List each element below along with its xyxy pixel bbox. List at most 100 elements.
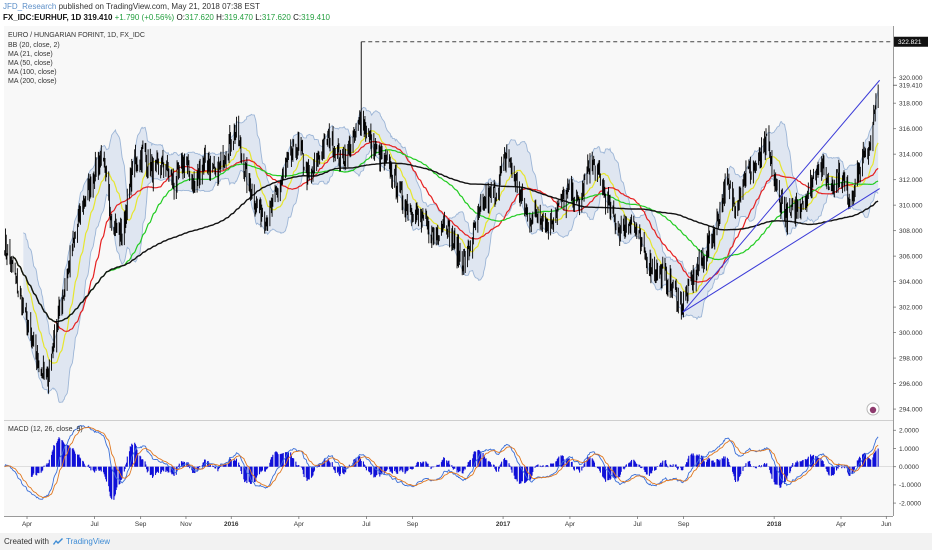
macd-histogram-bar bbox=[667, 466, 669, 468]
macd-histogram-bar bbox=[100, 466, 102, 472]
macd-histogram-bar bbox=[516, 466, 518, 482]
macd-histogram-bar bbox=[90, 466, 92, 471]
macd-histogram-bar bbox=[157, 466, 160, 473]
macd-histogram-bar bbox=[53, 445, 56, 467]
time-tick-label: Jul bbox=[90, 521, 99, 528]
macd-histogram-bar bbox=[238, 465, 240, 467]
low-label: L: bbox=[255, 13, 262, 22]
legend-ma21[interactable]: MA (21, close) bbox=[8, 51, 53, 58]
macd-histogram-bar bbox=[469, 459, 471, 467]
macd-tick-label: 0.0000 bbox=[899, 464, 919, 471]
macd-histogram-bar bbox=[334, 466, 336, 473]
macd-histogram-bar bbox=[693, 455, 695, 467]
macd-histogram-bar bbox=[719, 459, 721, 467]
macd-histogram-bar bbox=[853, 466, 855, 470]
macd-histogram-bar bbox=[537, 464, 539, 467]
macd-histogram-bar bbox=[646, 466, 648, 475]
marked-high-label: 322.821 bbox=[898, 39, 922, 46]
macd-histogram-bar bbox=[168, 466, 170, 473]
time-tick-label: Sep bbox=[407, 521, 419, 528]
macd-histogram-bar bbox=[666, 465, 668, 467]
macd-histogram-bar bbox=[365, 466, 367, 471]
macd-histogram-bar bbox=[124, 466, 126, 470]
macd-histogram-bar bbox=[443, 457, 445, 467]
macd-histogram-bar bbox=[407, 466, 409, 471]
symbol-line: FX_IDC:EURHUF, 1D 319.410 +1.790 (+0.56%… bbox=[3, 12, 330, 23]
macd-legend[interactable]: MACD (12, 26, close, 9) bbox=[8, 426, 83, 433]
macd-histogram-bar bbox=[625, 464, 627, 467]
macd-histogram-bar bbox=[495, 466, 497, 472]
macd-histogram-bar bbox=[797, 462, 799, 467]
tradingview-brand[interactable]: TradingView bbox=[66, 533, 110, 550]
time-tick-label: 2017 bbox=[496, 521, 511, 528]
macd-histogram-bar bbox=[672, 464, 674, 467]
macd-histogram-bar bbox=[329, 462, 331, 467]
publish-line: JFD_Research published on TradingView.co… bbox=[3, 1, 260, 12]
author-link[interactable]: JFD_Research bbox=[3, 2, 56, 11]
macd-tick-label: 2.0000 bbox=[899, 428, 919, 435]
macd-histogram-bar bbox=[209, 465, 212, 467]
time-tick-label: Jul bbox=[362, 521, 371, 528]
macd-histogram-bar bbox=[688, 455, 690, 467]
macd-histogram-bar bbox=[547, 465, 549, 467]
price-tick-label: 320.000 bbox=[899, 75, 923, 82]
macd-histogram-bar bbox=[43, 465, 45, 467]
macd-histogram-bar bbox=[490, 464, 492, 467]
macd-histogram-bar bbox=[498, 466, 500, 469]
macd-histogram-bar bbox=[877, 448, 879, 467]
macd-histogram-bar bbox=[84, 465, 86, 467]
macd-histogram-bar bbox=[308, 466, 310, 480]
macd-histogram-bar bbox=[771, 466, 773, 479]
price-tick-label: 310.000 bbox=[899, 202, 923, 209]
macd-histogram-bar bbox=[198, 465, 200, 467]
macd-histogram-bar bbox=[511, 466, 513, 473]
settings-badge-icon[interactable] bbox=[866, 402, 880, 416]
macd-histogram-bar bbox=[105, 466, 108, 482]
macd-histogram-bar bbox=[568, 458, 570, 467]
macd-tick-label: -1.0000 bbox=[899, 482, 921, 489]
close-label: C: bbox=[293, 13, 302, 22]
macd-histogram-bar bbox=[677, 466, 679, 469]
price-tick-label: 316.000 bbox=[899, 126, 923, 133]
chart-area[interactable]: 294.000 296.000 298.000 300.000 302.000 304.0… bbox=[0, 24, 932, 533]
macd-histogram-bar bbox=[703, 461, 705, 467]
legend-bb[interactable]: BB (20, close, 2) bbox=[8, 42, 60, 49]
time-tick-label: Nov bbox=[180, 521, 192, 528]
macd-histogram-bar bbox=[88, 464, 90, 467]
macd-histogram-bar bbox=[360, 460, 362, 467]
macd-histogram-bar bbox=[870, 459, 872, 467]
time-tick-label: Sep bbox=[135, 521, 147, 528]
macd-histogram-bar bbox=[261, 466, 264, 471]
legend-ma100[interactable]: MA (100, close) bbox=[8, 69, 57, 76]
macd-histogram-bar bbox=[662, 460, 664, 467]
high-label: H: bbox=[216, 13, 225, 22]
macd-histogram-bar bbox=[553, 463, 555, 467]
macd-histogram-bar bbox=[427, 463, 429, 467]
macd-histogram-bar bbox=[655, 466, 657, 470]
macd-histogram-bar bbox=[454, 466, 456, 469]
macd-histogram-bar bbox=[126, 456, 128, 467]
macd-histogram-bar bbox=[391, 466, 393, 474]
macd-histogram-bar bbox=[246, 466, 248, 484]
price-tick-label: 312.000 bbox=[899, 177, 923, 184]
last-price: 319.410 bbox=[83, 13, 113, 22]
macd-histogram-bar bbox=[558, 456, 560, 467]
macd-histogram-bar bbox=[95, 466, 97, 471]
low-value: 317.620 bbox=[261, 13, 291, 22]
published-text: published on TradingView.com, May 21, 20… bbox=[58, 2, 260, 11]
macd-histogram-bar bbox=[729, 464, 731, 467]
macd-histogram-bar bbox=[371, 466, 373, 474]
macd-histogram-bar bbox=[215, 466, 217, 469]
macd-histogram-bar bbox=[272, 454, 274, 467]
time-tick-label: 2018 bbox=[767, 521, 782, 528]
macd-histogram-bar bbox=[189, 466, 191, 469]
macd-histogram-bar bbox=[714, 462, 716, 467]
macd-histogram-bar bbox=[582, 466, 584, 468]
legend-ma50[interactable]: MA (50, close) bbox=[8, 60, 53, 67]
macd-histogram-bar bbox=[111, 466, 113, 500]
macd-histogram-bar bbox=[451, 465, 453, 467]
macd-histogram-bar bbox=[493, 464, 495, 467]
macd-histogram-bar bbox=[501, 461, 503, 467]
macd-histogram-bar bbox=[624, 466, 626, 469]
legend-ma200[interactable]: MA (200, close) bbox=[8, 78, 57, 85]
